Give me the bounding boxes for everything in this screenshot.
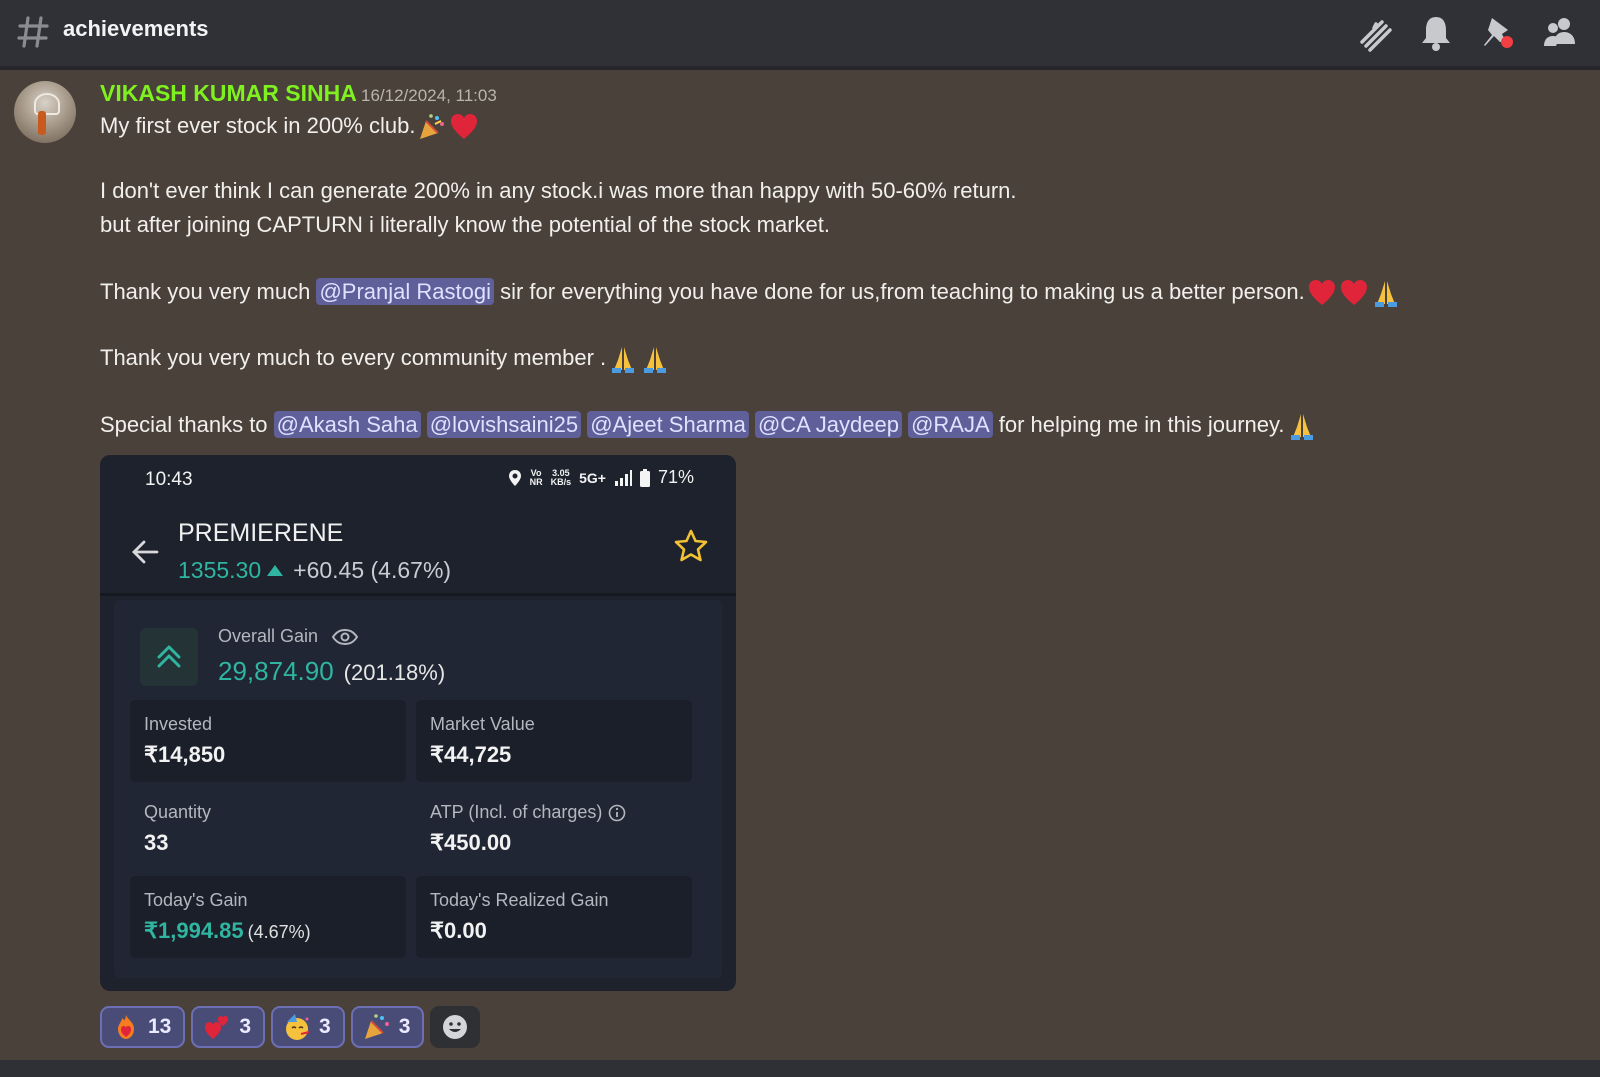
invested-cell: Invested ₹14,850 [130, 700, 406, 782]
todays-gain-percent: (4.67%) [247, 922, 311, 942]
members-icon[interactable] [1542, 12, 1578, 52]
user-mention[interactable]: @lovishsaini25 [426, 410, 582, 438]
threads-icon[interactable] [1356, 12, 1392, 52]
message-text: for helping me in this journey. [992, 411, 1285, 437]
message-line: Thank you very much to every community m… [100, 344, 670, 374]
heart-on-fire-icon [118, 1015, 134, 1039]
folded-hands-icon [608, 344, 638, 374]
info-icon[interactable] [608, 804, 626, 822]
smiley-icon [443, 1015, 468, 1039]
reaction-count: 3 [239, 1015, 252, 1038]
header-toolbar [1356, 12, 1578, 52]
status-bar: Vo NR 3.05 KB/s 5G+ 71% [508, 467, 694, 488]
reaction-count: 3 [398, 1015, 411, 1038]
user-mention[interactable]: @Ajeet Sharma [587, 410, 749, 438]
stock-price: 1355.30 [178, 557, 262, 583]
atp-label: ATP (Incl. of charges) [430, 802, 626, 823]
hash-icon [17, 16, 49, 48]
overall-gain-percent: (201.18%) [343, 660, 446, 685]
up-triangle-icon [267, 565, 284, 577]
network-type: 5G+ [579, 469, 606, 486]
user-mention[interactable]: @RAJA [908, 410, 993, 438]
message-line: My first ever stock in 200% club. [100, 112, 479, 142]
star-icon[interactable] [672, 527, 710, 565]
quantity-label: Quantity [144, 802, 212, 822]
status-time: 10:43 [145, 469, 193, 490]
channel-header: achievements [0, 0, 1600, 70]
message-text: I don't ever think I can generate 200% i… [100, 178, 1017, 203]
reaction-count: 3 [319, 1015, 331, 1038]
quantity-cell: Quantity 33 [130, 788, 406, 870]
bell-icon[interactable] [1418, 12, 1454, 52]
message-text: Special thanks to [100, 411, 274, 437]
red-heart-icon [449, 112, 479, 142]
message-timestamp: 16/12/2024, 11:03 [361, 86, 497, 105]
todays-gain-label: Today's Gain [144, 890, 248, 910]
atp-value: ₹450.00 [430, 830, 512, 855]
double-chevron-up-icon [157, 645, 181, 668]
message-line: Thank you very much @Pranjal Rastogi sir… [100, 277, 1401, 308]
message-text: My first ever stock in 200% club. [100, 112, 416, 138]
todays-gain-value: ₹1,994.85 (4.67%) [144, 918, 311, 943]
gain-badge [140, 628, 198, 686]
red-heart-icon [1339, 278, 1369, 308]
reactions-bar: 13 3 3 3 [100, 1006, 481, 1048]
folded-hands-icon [640, 344, 670, 374]
partying-face-icon [286, 1014, 310, 1040]
folded-hands-icon [1371, 278, 1401, 308]
volte-indicator: Vo NR [529, 467, 543, 487]
stock-header: PREMIERENE 1355.30 +60.45 (4.67%) [100, 497, 736, 596]
atp-cell: ATP (Incl. of charges) ₹450.00 [416, 788, 692, 870]
stock-name: PREMIERENE [178, 519, 344, 547]
folded-hands-icon [1287, 411, 1317, 441]
battery-percent: 71% [657, 467, 694, 487]
avatar-figure [38, 111, 46, 135]
market-value-cell: Market Value ₹44,725 [416, 700, 692, 782]
message-text: Thank you very much [100, 278, 317, 304]
channel-name: achievements [63, 16, 209, 41]
quantity-value: 33 [144, 830, 169, 855]
todays-gain-cell: Today's Gain ₹1,994.85 (4.67%) [130, 876, 406, 958]
message-text: Thank you very much to every community m… [100, 344, 607, 370]
battery-icon [639, 468, 650, 487]
message-text: sir for everything you have done for us,… [493, 278, 1305, 304]
party-popper-icon [417, 112, 447, 142]
author-name[interactable]: VIKASH KUMAR SINHA [100, 80, 357, 107]
invested-label: Invested [144, 714, 213, 734]
reaction-party-face[interactable]: 3 [271, 1006, 345, 1048]
location-icon [508, 469, 521, 486]
two-hearts-icon [205, 1016, 229, 1039]
message-line: Special thanks to @Akash Saha @lovishsai… [100, 410, 1317, 441]
overall-gain-value: 29,874.90 (201.18%) [218, 656, 446, 686]
reaction-party-popper[interactable]: 3 [350, 1006, 425, 1048]
reaction-two-hearts[interactable]: 3 [191, 1006, 266, 1048]
realized-gain-cell: Today's Realized Gain ₹0.00 [416, 876, 692, 958]
image-attachment[interactable]: 10:43 Vo NR 3.05 KB/s 5G+ 71% PREMIERENE 1… [100, 455, 736, 991]
stock-change: +60.45 (4.67%) [293, 557, 452, 583]
realized-gain-label: Today's Realized Gain [430, 890, 609, 910]
market-value-value: ₹44,725 [430, 742, 512, 767]
back-arrow-icon[interactable] [130, 537, 160, 567]
overall-gain-label: Overall Gain [218, 626, 359, 647]
user-mention[interactable]: @Pranjal Rastogi [316, 277, 494, 305]
network-speed: 3.05 KB/s [550, 467, 572, 487]
user-mention[interactable]: @Akash Saha [273, 410, 421, 438]
reaction-count: 13 [148, 1015, 172, 1038]
holding-summary-panel: Overall Gain 29,874.90 (201.18%) Invested… [114, 600, 722, 978]
market-value-label: Market Value [430, 714, 535, 734]
message-text: but after joining CAPTURN i literally kn… [100, 212, 830, 237]
stock-price-row: 1355.30 +60.45 (4.67%) [178, 557, 451, 584]
reaction-fire-heart[interactable]: 13 [100, 1006, 186, 1048]
bottom-divider [0, 1060, 1600, 1077]
add-reaction-button[interactable] [430, 1006, 481, 1048]
red-heart-icon [1307, 278, 1337, 308]
pin-icon[interactable] [1480, 12, 1516, 52]
party-popper-icon [364, 1014, 389, 1039]
avatar[interactable] [14, 81, 76, 143]
invested-value: ₹14,850 [144, 742, 226, 767]
signal-icon [614, 469, 632, 486]
realized-gain-value: ₹0.00 [430, 918, 487, 943]
eye-icon[interactable] [331, 628, 359, 646]
user-mention[interactable]: @CA Jaydeep [754, 410, 902, 438]
